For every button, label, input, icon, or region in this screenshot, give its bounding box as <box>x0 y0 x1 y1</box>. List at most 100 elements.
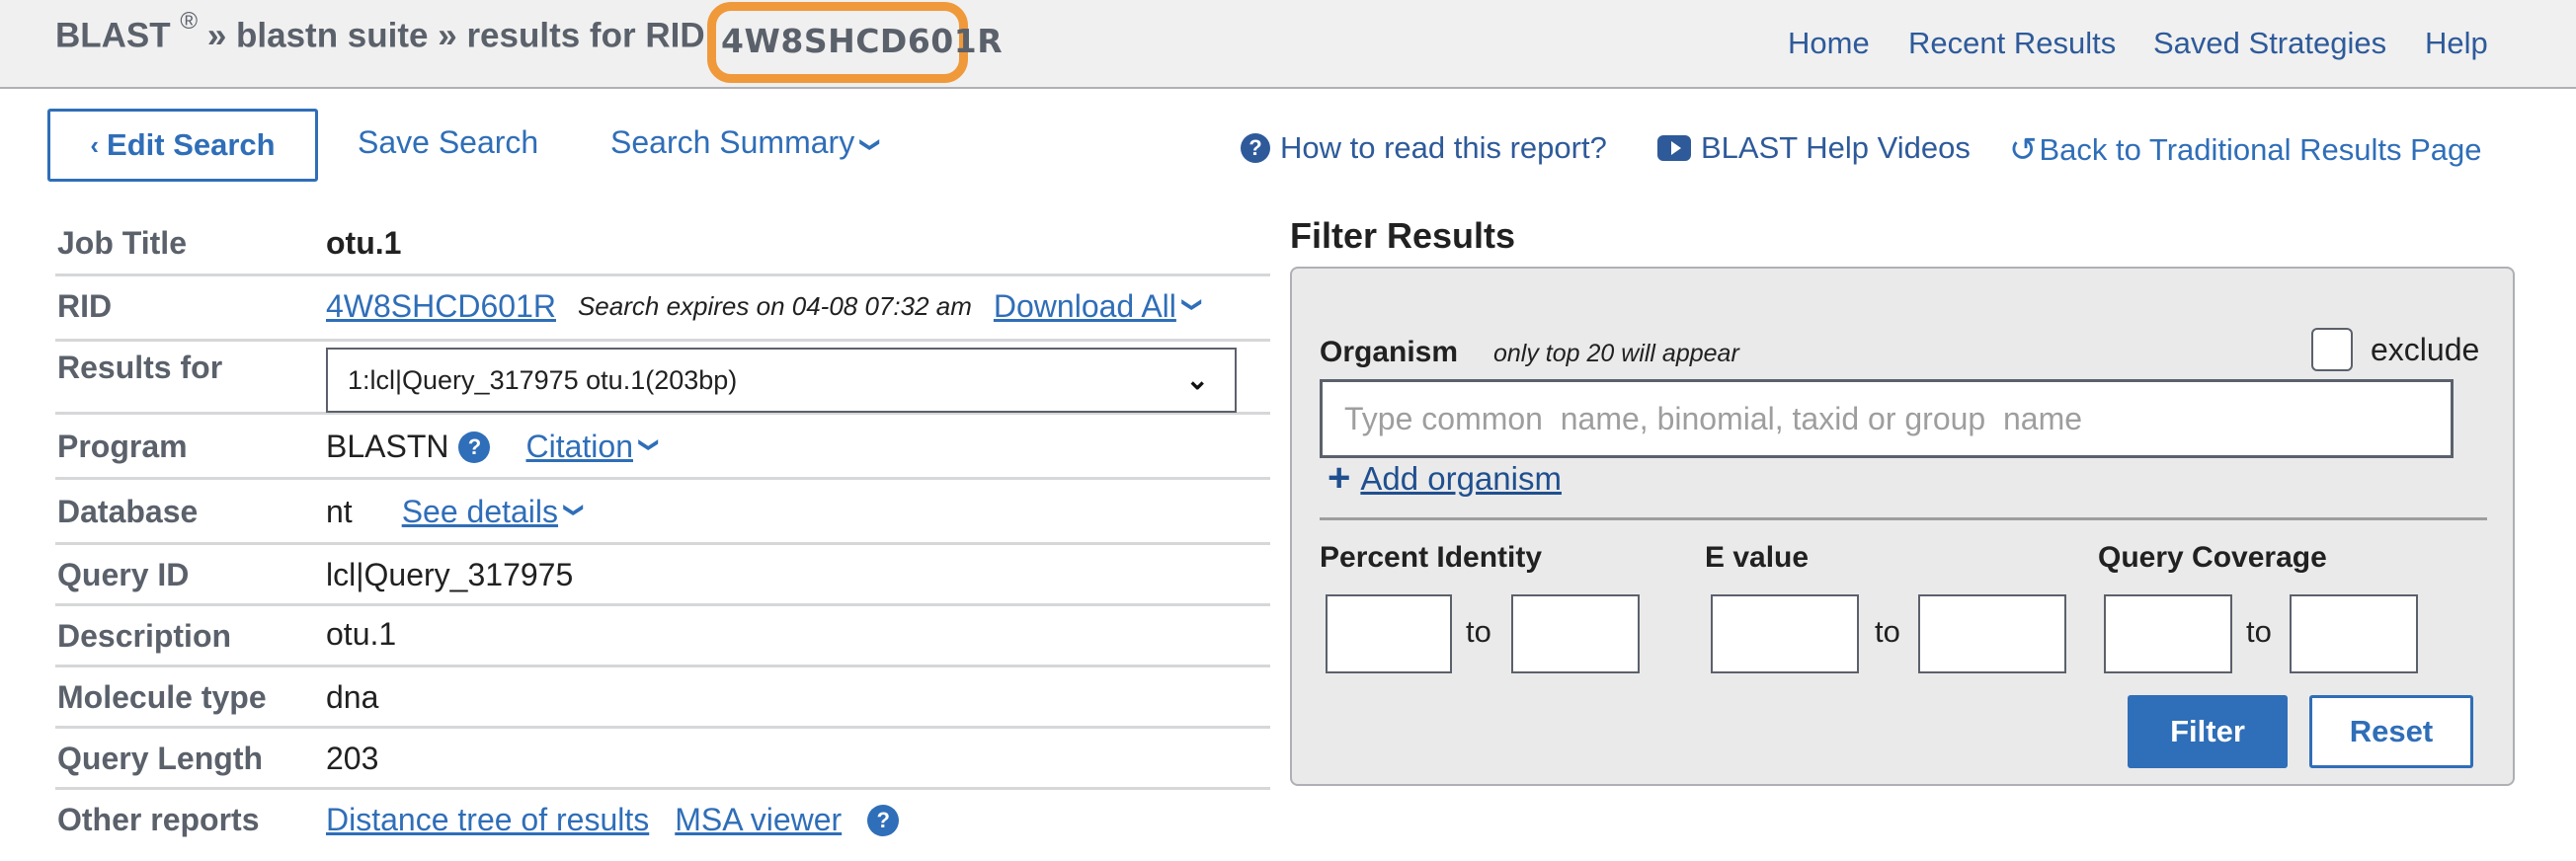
header-rid: 4W8SHCD601R <box>721 22 1004 60</box>
help-videos-label: BLAST Help Videos <box>1701 130 1971 165</box>
molecule-type-value: dna <box>326 679 379 715</box>
results-for-selected-value: 1:lcl|Query_317975 otu.1(203bp) <box>348 364 738 395</box>
percent-identity-label: Percent Identity <box>1320 541 1543 574</box>
back-to-traditional-link[interactable]: ↺ Back to Traditional Results Page <box>2009 130 2482 170</box>
organism-hint: only top 20 will appear <box>1493 340 1739 367</box>
e-value-label: E value <box>1705 541 1810 574</box>
job-title-label: Job Title <box>57 225 187 261</box>
summary-row-molecule-type: Molecule type dna <box>55 667 1270 729</box>
undo-icon: ↺ <box>2009 131 2038 169</box>
how-to-read-link[interactable]: ? How to read this report? <box>1241 130 1607 166</box>
e-value-from-input[interactable] <box>1711 594 1859 673</box>
rid-link[interactable]: 4W8SHCD601R <box>326 288 556 325</box>
query-coverage-to-input[interactable] <box>2290 594 2418 673</box>
query-coverage-from-input[interactable] <box>2104 594 2232 673</box>
chevron-down-icon[interactable]: ❯ <box>562 502 587 518</box>
chevron-down-icon[interactable]: ❯ <box>637 436 662 453</box>
query-coverage-label: Query Coverage <box>2098 541 2327 574</box>
query-length-label: Query Length <box>57 741 264 776</box>
program-label: Program <box>57 429 188 464</box>
rid-label: RID <box>57 288 113 324</box>
other-reports-value-group: Distance tree of results MSA viewer ? <box>326 802 900 838</box>
database-value-group: nt See details ❯ <box>326 494 585 530</box>
description-label: Description <box>57 618 232 654</box>
search-summary-label: Search Summary <box>610 124 855 160</box>
question-icon[interactable]: ? <box>458 430 491 463</box>
database-label: Database <box>57 494 199 529</box>
search-summary-table: Job Title otu.1 RID 4W8SHCD601R Search e… <box>55 213 1270 851</box>
search-summary-dropdown[interactable]: Search Summary ❯ <box>610 124 881 161</box>
chevron-down-icon: ⌄ <box>1185 364 1209 395</box>
summary-row-program: Program BLASTN ? Citation ❯ <box>55 415 1270 480</box>
nav-recent-results[interactable]: Recent Results <box>1908 26 2116 61</box>
description-value: otu.1 <box>326 616 397 652</box>
summary-row-query-length: Query Length 203 <box>55 729 1270 790</box>
organism-input[interactable] <box>1320 379 2454 458</box>
reset-button[interactable]: Reset <box>2309 695 2473 768</box>
other-reports-label: Other reports <box>57 802 260 837</box>
msa-viewer-link[interactable]: MSA viewer <box>675 802 842 838</box>
job-title-value: otu.1 <box>326 225 402 261</box>
registered-mark: ® <box>180 8 199 35</box>
summary-row-rid: RID 4W8SHCD601R Search expires on 04-08 … <box>55 276 1270 342</box>
filter-divider <box>1320 517 2487 520</box>
summary-row-other-reports: Other reports Distance tree of results M… <box>55 790 1270 851</box>
video-play-icon <box>1657 135 1691 161</box>
rid-value-group: 4W8SHCD601R Search expires on 04-08 07:3… <box>326 288 1203 325</box>
nav-saved-strategies[interactable]: Saved Strategies <box>2153 26 2386 61</box>
exclude-checkbox[interactable] <box>2311 328 2353 371</box>
to-label: to <box>1466 614 1491 649</box>
distance-tree-link[interactable]: Distance tree of results <box>326 802 649 838</box>
results-for-select[interactable]: 1:lcl|Query_317975 otu.1(203bp) ⌄ <box>326 348 1237 413</box>
to-label: to <box>1875 614 1900 649</box>
edit-search-label: Edit Search <box>107 127 276 162</box>
summary-row-query-id: Query ID lcl|Query_317975 <box>55 545 1270 606</box>
chevron-down-icon[interactable]: ❯ <box>1180 296 1205 313</box>
download-all-link[interactable]: Download All <box>994 288 1176 325</box>
question-icon[interactable]: ? <box>867 804 900 836</box>
filter-results-title: Filter Results <box>1290 215 1516 256</box>
nav-home[interactable]: Home <box>1788 26 1870 61</box>
summary-row-results-for: Results for 1:lcl|Query_317975 otu.1(203… <box>55 342 1270 415</box>
filter-results-panel: Organism only top 20 will appear exclude… <box>1290 267 2515 786</box>
percent-identity-to-input[interactable] <box>1511 594 1640 673</box>
summary-row-description: Description otu.1 <box>55 606 1270 667</box>
search-expires-text: Search expires on 04-08 07:32 am <box>577 291 972 321</box>
e-value-to-input[interactable] <box>1918 594 2066 673</box>
exclude-label: exclude <box>2371 332 2480 367</box>
add-organism-label: Add organism <box>1360 459 1562 497</box>
program-value-group: BLASTN ? Citation ❯ <box>326 429 660 465</box>
back-to-traditional-label: Back to Traditional Results Page <box>2039 132 2482 167</box>
add-organism-link[interactable]: + Add organism <box>1328 456 1562 501</box>
query-length-value: 203 <box>326 741 379 776</box>
breadcrumb-suite[interactable]: blastn suite <box>236 17 428 55</box>
to-label: to <box>2246 614 2272 649</box>
summary-row-job-title: Job Title otu.1 <box>55 213 1270 276</box>
results-for-label: Results for <box>57 350 223 385</box>
breadcrumb: BLAST ® » blastn suite » results for RID <box>55 8 705 56</box>
database-value: nt <box>326 494 353 529</box>
chevron-left-icon: ‹ <box>90 129 100 160</box>
citation-link[interactable]: Citation <box>525 429 633 465</box>
organism-label: Organism <box>1320 336 1459 368</box>
molecule-type-label: Molecule type <box>57 679 267 715</box>
breadcrumb-separator: » <box>206 16 227 55</box>
help-videos-link[interactable]: BLAST Help Videos <box>1657 130 1971 166</box>
save-search-link[interactable]: Save Search <box>358 124 538 161</box>
breadcrumb-separator: » <box>438 16 457 55</box>
program-value: BLASTN <box>326 429 449 464</box>
how-to-read-label: How to read this report? <box>1280 130 1607 165</box>
breadcrumb-results-prefix: results for RID <box>466 16 705 55</box>
breadcrumb-brand[interactable]: BLAST <box>55 17 171 55</box>
chevron-down-icon: ❯ <box>859 136 882 153</box>
percent-identity-from-input[interactable] <box>1326 594 1452 673</box>
summary-row-database: Database nt See details ❯ <box>55 480 1270 545</box>
top-header: BLAST ® » blastn suite » results for RID… <box>0 0 2576 89</box>
query-id-label: Query ID <box>57 557 190 592</box>
plus-icon: + <box>1328 456 1351 500</box>
nav-help[interactable]: Help <box>2425 26 2488 61</box>
filter-button[interactable]: Filter <box>2128 695 2288 768</box>
see-details-link[interactable]: See details <box>402 494 558 530</box>
question-icon: ? <box>1241 133 1270 163</box>
edit-search-button[interactable]: ‹ Edit Search <box>47 109 318 182</box>
